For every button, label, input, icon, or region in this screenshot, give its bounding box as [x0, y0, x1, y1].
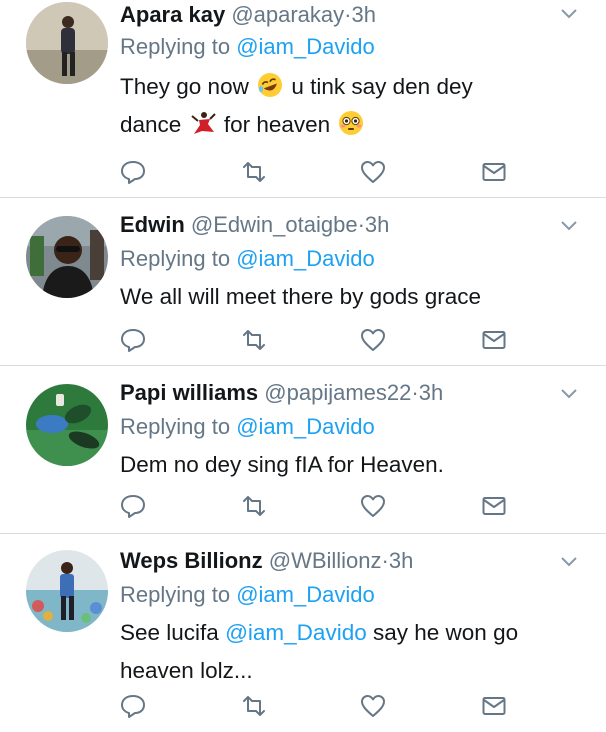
separator-dot: ·	[357, 212, 365, 237]
flushed-emoji-icon	[339, 111, 364, 135]
mention-link[interactable]: @iam_Davido	[225, 620, 367, 645]
tweet-text-fragment: u tink say den dey	[291, 74, 473, 99]
like-icon[interactable]	[359, 326, 387, 354]
avatar[interactable]	[26, 216, 108, 298]
like-icon[interactable]	[359, 492, 387, 520]
avatar[interactable]	[26, 384, 108, 466]
chevron-down-icon[interactable]	[560, 556, 578, 568]
tweet-actions	[0, 158, 606, 186]
display-name[interactable]: Edwin	[120, 212, 185, 237]
tweet-text: Dem no dey sing fIA for Heaven.	[120, 446, 590, 484]
mention-link[interactable]: @iam_Davido	[236, 582, 375, 607]
tweet[interactable]: Weps Billionz @WBillionz·3h Replying to …	[0, 534, 606, 732]
chevron-down-icon[interactable]	[560, 388, 578, 400]
retweet-icon[interactable]	[240, 492, 268, 520]
tweet-text-fragment: say he won go	[373, 620, 519, 645]
dm-icon[interactable]	[480, 492, 508, 520]
tweet-actions	[0, 326, 606, 354]
mention-link[interactable]: @iam_Davido	[236, 246, 375, 271]
reply-icon[interactable]	[119, 326, 147, 354]
mention-link[interactable]: @iam_Davido	[236, 34, 375, 59]
chevron-down-icon[interactable]	[560, 220, 578, 232]
like-icon[interactable]	[359, 158, 387, 186]
replying-to-label: Replying to	[120, 414, 231, 439]
tweet-header: Weps Billionz @WBillionz·3h	[120, 546, 413, 576]
dm-icon[interactable]	[480, 692, 508, 720]
retweet-icon[interactable]	[240, 158, 268, 186]
display-name[interactable]: Weps Billionz	[120, 548, 263, 573]
tweet-actions	[0, 492, 606, 520]
tweet-text-line: Dem no dey sing fIA for Heaven.	[120, 452, 444, 477]
replying-to: Replying to @iam_Davido	[120, 412, 375, 442]
user-handle[interactable]: @aparakay	[231, 2, 344, 27]
rolling-laughing-emoji-icon	[258, 73, 283, 97]
replying-to: Replying to @iam_Davido	[120, 32, 375, 62]
separator-dot: ·	[411, 380, 419, 405]
user-handle[interactable]: @Edwin_otaigbe	[191, 212, 358, 237]
tweet-text-fragment: See lucifa	[120, 620, 219, 645]
tweet[interactable]: Apara kay @aparakay·3h Replying to @iam_…	[0, 0, 606, 198]
reply-icon[interactable]	[119, 492, 147, 520]
replying-to: Replying to @iam_Davido	[120, 580, 375, 610]
replying-to-label: Replying to	[120, 34, 231, 59]
tweet-header: Papi williams @papijames22·3h	[120, 378, 443, 408]
avatar[interactable]	[26, 2, 108, 84]
tweet-text-fragment: for heaven	[223, 112, 331, 137]
chevron-down-icon[interactable]	[560, 8, 578, 20]
replying-to-label: Replying to	[120, 582, 231, 607]
tweet-text: See lucifa @iam_Davido say he won go hea…	[120, 614, 590, 690]
retweet-icon[interactable]	[240, 326, 268, 354]
timestamp[interactable]: 3h	[351, 2, 375, 27]
retweet-icon[interactable]	[240, 692, 268, 720]
timestamp[interactable]: 3h	[365, 212, 389, 237]
dancer-emoji-icon	[190, 112, 216, 134]
tweet[interactable]: Papi williams @papijames22·3h Replying t…	[0, 366, 606, 534]
tweet-header: Edwin @Edwin_otaigbe·3h	[120, 210, 389, 240]
separator-dot: ·	[381, 548, 389, 573]
timestamp[interactable]: 3h	[419, 380, 443, 405]
dm-icon[interactable]	[480, 326, 508, 354]
reply-icon[interactable]	[119, 692, 147, 720]
replying-to: Replying to @iam_Davido	[120, 244, 375, 274]
display-name[interactable]: Apara kay	[120, 2, 225, 27]
reply-icon[interactable]	[119, 158, 147, 186]
tweet-text: They go now u tink say den dey dance for…	[120, 68, 590, 144]
tweet-header: Apara kay @aparakay·3h	[120, 0, 376, 30]
replying-to-label: Replying to	[120, 246, 231, 271]
like-icon[interactable]	[359, 692, 387, 720]
tweet-text-line: We all will meet there by gods grace	[120, 284, 481, 309]
tweet-actions	[0, 692, 606, 720]
tweet-text-line: heaven lolz...	[120, 658, 253, 683]
tweet-text: We all will meet there by gods grace	[120, 278, 590, 316]
tweet-text-fragment: They go now	[120, 74, 249, 99]
avatar[interactable]	[26, 550, 108, 632]
user-handle[interactable]: @WBillionz	[269, 548, 382, 573]
tweet-feed: Apara kay @aparakay·3h Replying to @iam_…	[0, 0, 606, 732]
display-name[interactable]: Papi williams	[120, 380, 258, 405]
mention-link[interactable]: @iam_Davido	[236, 414, 375, 439]
user-handle[interactable]: @papijames22	[264, 380, 411, 405]
tweet[interactable]: Edwin @Edwin_otaigbe·3h Replying to @iam…	[0, 198, 606, 366]
timestamp[interactable]: 3h	[389, 548, 413, 573]
dm-icon[interactable]	[480, 158, 508, 186]
tweet-text-fragment: dance	[120, 112, 182, 137]
